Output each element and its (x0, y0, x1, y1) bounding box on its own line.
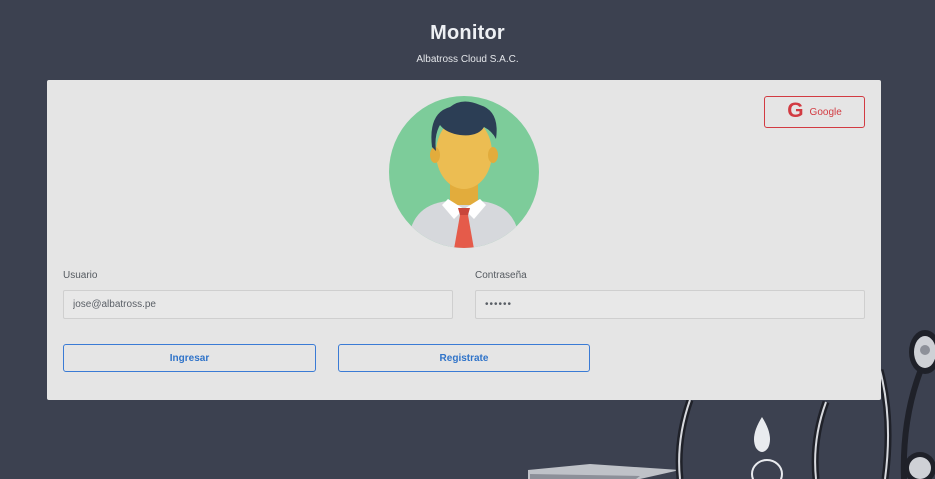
usuario-input[interactable] (63, 290, 453, 319)
ingresar-button[interactable]: Ingresar (63, 344, 316, 372)
google-login-button[interactable]: G Google (764, 96, 865, 128)
registrate-button[interactable]: Registrate (338, 344, 590, 372)
page-title: Monitor (430, 22, 505, 44)
company-subtitle: Albatross Cloud S.A.C. (416, 54, 519, 65)
google-g-icon: G (787, 99, 804, 122)
login-card: G Google Usuario Contraseña Ingresar Reg… (47, 80, 881, 400)
password-input[interactable] (475, 290, 865, 319)
google-button-label: Google (809, 106, 842, 118)
password-label: Contraseña (475, 270, 527, 281)
page-header: Monitor Albatross Cloud S.A.C. (0, 22, 935, 65)
usuario-label: Usuario (63, 270, 98, 281)
user-avatar-icon (389, 96, 539, 248)
